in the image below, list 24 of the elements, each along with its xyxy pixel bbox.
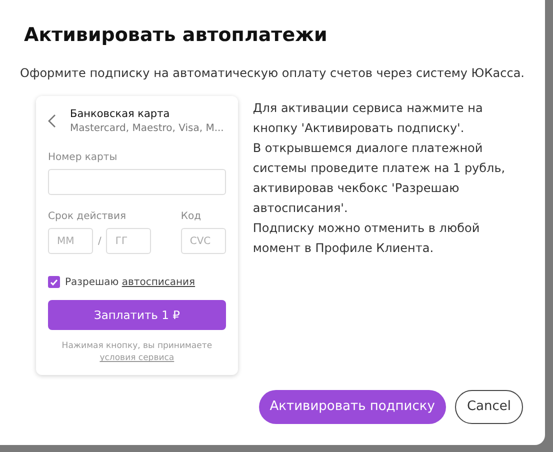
- instruction-text: Для активации сервиса нажмите на кнопку 'Активировать подписку'.: [252, 100, 484, 137]
- instruction-text: Подписку можно отменить в любой момент в Профиле Клиента.: [252, 220, 481, 257]
- back-chevron-icon[interactable]: [48, 114, 56, 128]
- payment-method-title: Банковская карта: [70, 108, 171, 120]
- pay-button[interactable]: Заплатить 1 ₽: [48, 300, 226, 330]
- terms-link[interactable]: условия сервиса: [100, 353, 174, 364]
- cancel-button[interactable]: Cancel: [454, 390, 523, 424]
- dialog-title: Активировать автоплатежи: [24, 24, 328, 46]
- date-separator: /: [98, 236, 102, 246]
- code-label: Код: [180, 211, 202, 222]
- instruction-text: В открывшемся диалоге платежной системы проведите платеж на 1 рубль, активировав чекбокс 'Разрешаю автосписания'.: [252, 140, 506, 217]
- autopay-label: Разрешаю автосписания: [65, 276, 196, 288]
- card-number-label: Номер карты: [48, 152, 118, 163]
- autopay-checkbox[interactable]: [48, 276, 60, 288]
- payment-method-subtitle: Mastercard, Maestro, Visa, M...: [70, 123, 224, 134]
- card-number-field[interactable]: [48, 169, 226, 195]
- cvc-field[interactable]: CVC: [180, 228, 226, 254]
- month-field[interactable]: ММ: [48, 228, 93, 254]
- activate-subscription-button[interactable]: Активировать подписку: [258, 390, 446, 424]
- autopay-link[interactable]: автосписания: [122, 276, 196, 288]
- year-field[interactable]: ГГ: [106, 228, 152, 254]
- expiry-label: Срок действия: [48, 211, 127, 222]
- dialog-description: Оформите подписку на автоматическую оплату счетов через систему ЮКасса.: [20, 66, 525, 80]
- terms-note: Нажимая кнопку, вы принимаете условия сервиса: [60, 340, 214, 365]
